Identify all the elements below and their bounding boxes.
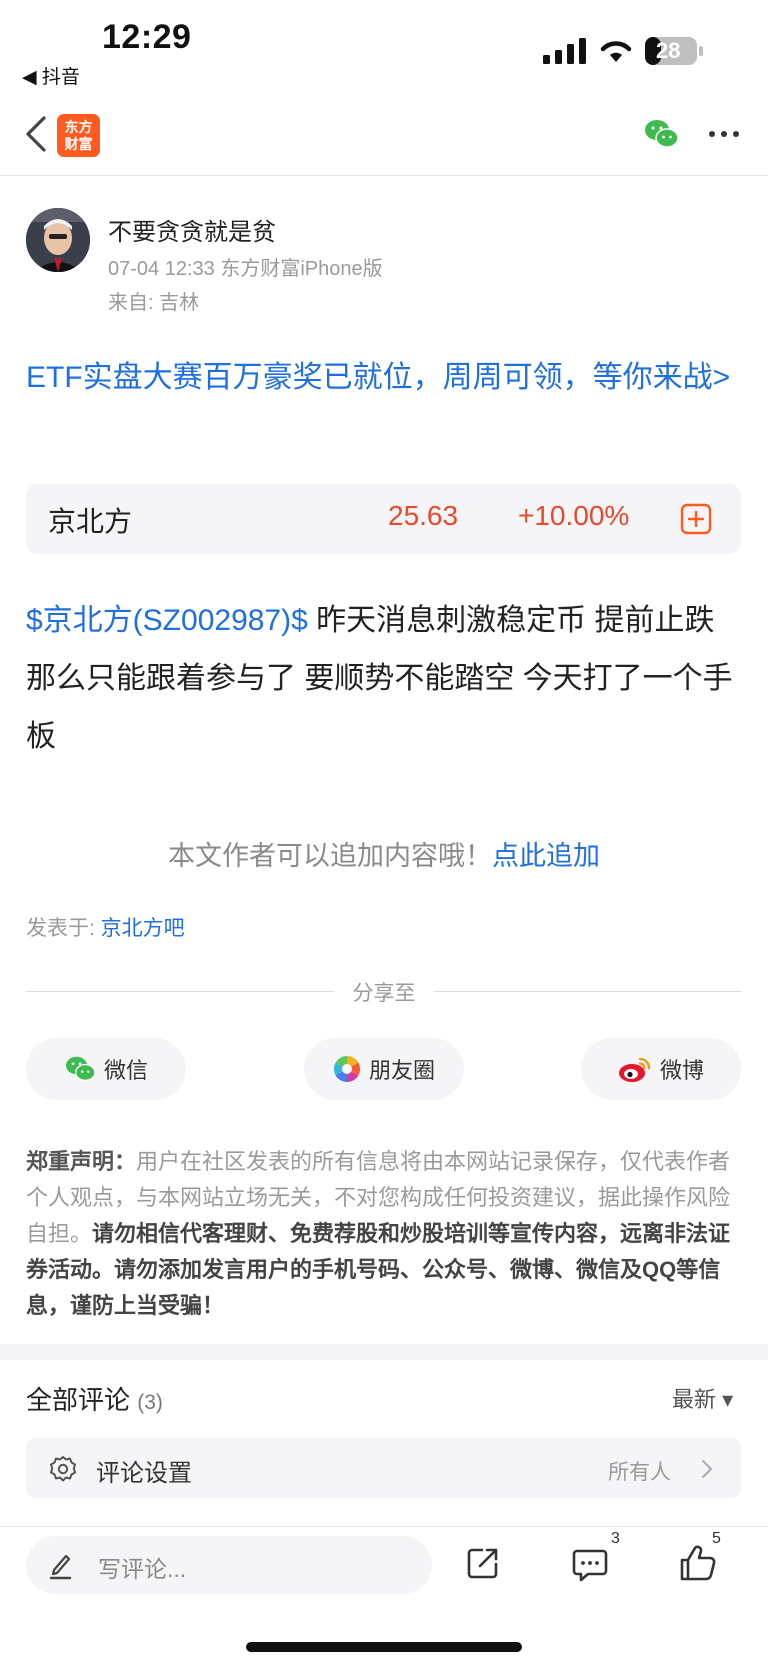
comments-header: 全部评论 (3) (26, 1380, 163, 1417)
section-separator (0, 1344, 768, 1360)
avatar[interactable] (26, 208, 90, 272)
comment-settings-value: 所有人 (608, 1461, 671, 1484)
posted-in-label: 发表于: (26, 917, 101, 940)
post-timestamp: 07-04 12:33 东方财富iPhone版 (108, 258, 383, 280)
eastmoney-logo: 东方 财富 (57, 114, 100, 157)
share-divider-left (26, 991, 334, 992)
append-content-row: 本文作者可以追加内容哦！点此追加 (0, 834, 768, 873)
comment-placeholder: 写评论... (98, 1556, 187, 1582)
post-location: 来自: 吉林 (108, 292, 200, 314)
stock-change: +10.00% (518, 500, 630, 531)
share-moments-label: 朋友圈 (368, 1058, 435, 1083)
share-divider-right (434, 991, 741, 992)
stock-price: 25.63 (388, 500, 459, 531)
append-prompt: 本文作者可以追加内容哦！ (168, 841, 492, 871)
gear-icon (50, 1456, 76, 1482)
share-title: 分享至 (352, 982, 416, 1005)
wifi-icon (600, 41, 632, 62)
pen-icon (49, 1554, 72, 1580)
author-name[interactable]: 不要贪贪就是贫 (108, 212, 276, 247)
comment-count-badge: 3 (611, 1530, 620, 1547)
logo-line-1: 东方 (64, 118, 93, 135)
back-to-app-link[interactable]: ◀ 抖音 (22, 62, 80, 89)
comment-icon[interactable] (572, 1548, 608, 1582)
comments-title: 全部评论 (26, 1385, 131, 1415)
stock-card[interactable] (26, 484, 741, 554)
stock-bar-link[interactable]: 京北方吧 (101, 917, 185, 940)
add-watchlist-icon[interactable] (680, 503, 712, 535)
logo-line-2: 财富 (64, 135, 93, 152)
share-weibo-label: 微博 (659, 1058, 704, 1083)
disclaimer-warning: 请勿相信代客理财、免费荐股和炒股培训等宣传内容，远离非法证券活动。请勿添加发言用… (26, 1221, 731, 1318)
more-icon[interactable] (706, 126, 742, 142)
moments-icon (333, 1055, 361, 1083)
comment-input[interactable] (26, 1536, 432, 1594)
like-count-badge: 5 (712, 1530, 721, 1547)
cellular-signal-icon (543, 38, 586, 64)
status-time: 12:29 (102, 18, 192, 56)
wechat-icon (65, 1056, 96, 1082)
bottom-bar-divider (0, 1526, 768, 1527)
share-wechat-label: 微信 (103, 1058, 148, 1083)
share-moments-button[interactable]: 朋友圈 (304, 1038, 464, 1100)
stock-tag-link[interactable]: $京北方(SZ002987)$ (26, 604, 308, 637)
home-indicator[interactable] (246, 1642, 522, 1652)
stock-name: 京北方 (48, 506, 133, 537)
comments-count: (3) (137, 1391, 163, 1414)
disclaimer-head: 郑重声明： (26, 1149, 137, 1174)
wechat-share-icon[interactable] (643, 118, 679, 150)
thumbs-up-icon[interactable] (679, 1544, 717, 1582)
share-weibo-button[interactable]: 微博 (581, 1038, 741, 1100)
battery-icon: 28 (644, 36, 704, 66)
append-link[interactable]: 点此追加 (492, 841, 600, 871)
sort-dropdown[interactable]: 最新 ▾ (672, 1382, 733, 1414)
post-body: $京北方(SZ002987)$ 昨天消息刺激稳定币 提前止跌 那么只能跟着参与了… (26, 592, 742, 766)
back-arrow-icon[interactable] (24, 114, 48, 154)
nav-divider (0, 175, 768, 176)
comment-settings-label: 评论设置 (96, 1460, 192, 1487)
share-wechat-button[interactable]: 微信 (26, 1038, 186, 1100)
battery-level: 28 (656, 38, 681, 63)
posted-in: 发表于: 京北方吧 (26, 912, 185, 942)
promo-link[interactable]: ETF实盘大赛百万豪奖已就位，周周可领，等你来战> (26, 354, 742, 402)
weibo-icon (618, 1057, 651, 1082)
share-icon[interactable] (466, 1546, 500, 1580)
disclaimer: 郑重声明：用户在社区发表的所有信息将由本网站记录保存，仅代表作者个人观点，与本网… (26, 1144, 742, 1324)
chevron-right-icon (702, 1460, 712, 1478)
